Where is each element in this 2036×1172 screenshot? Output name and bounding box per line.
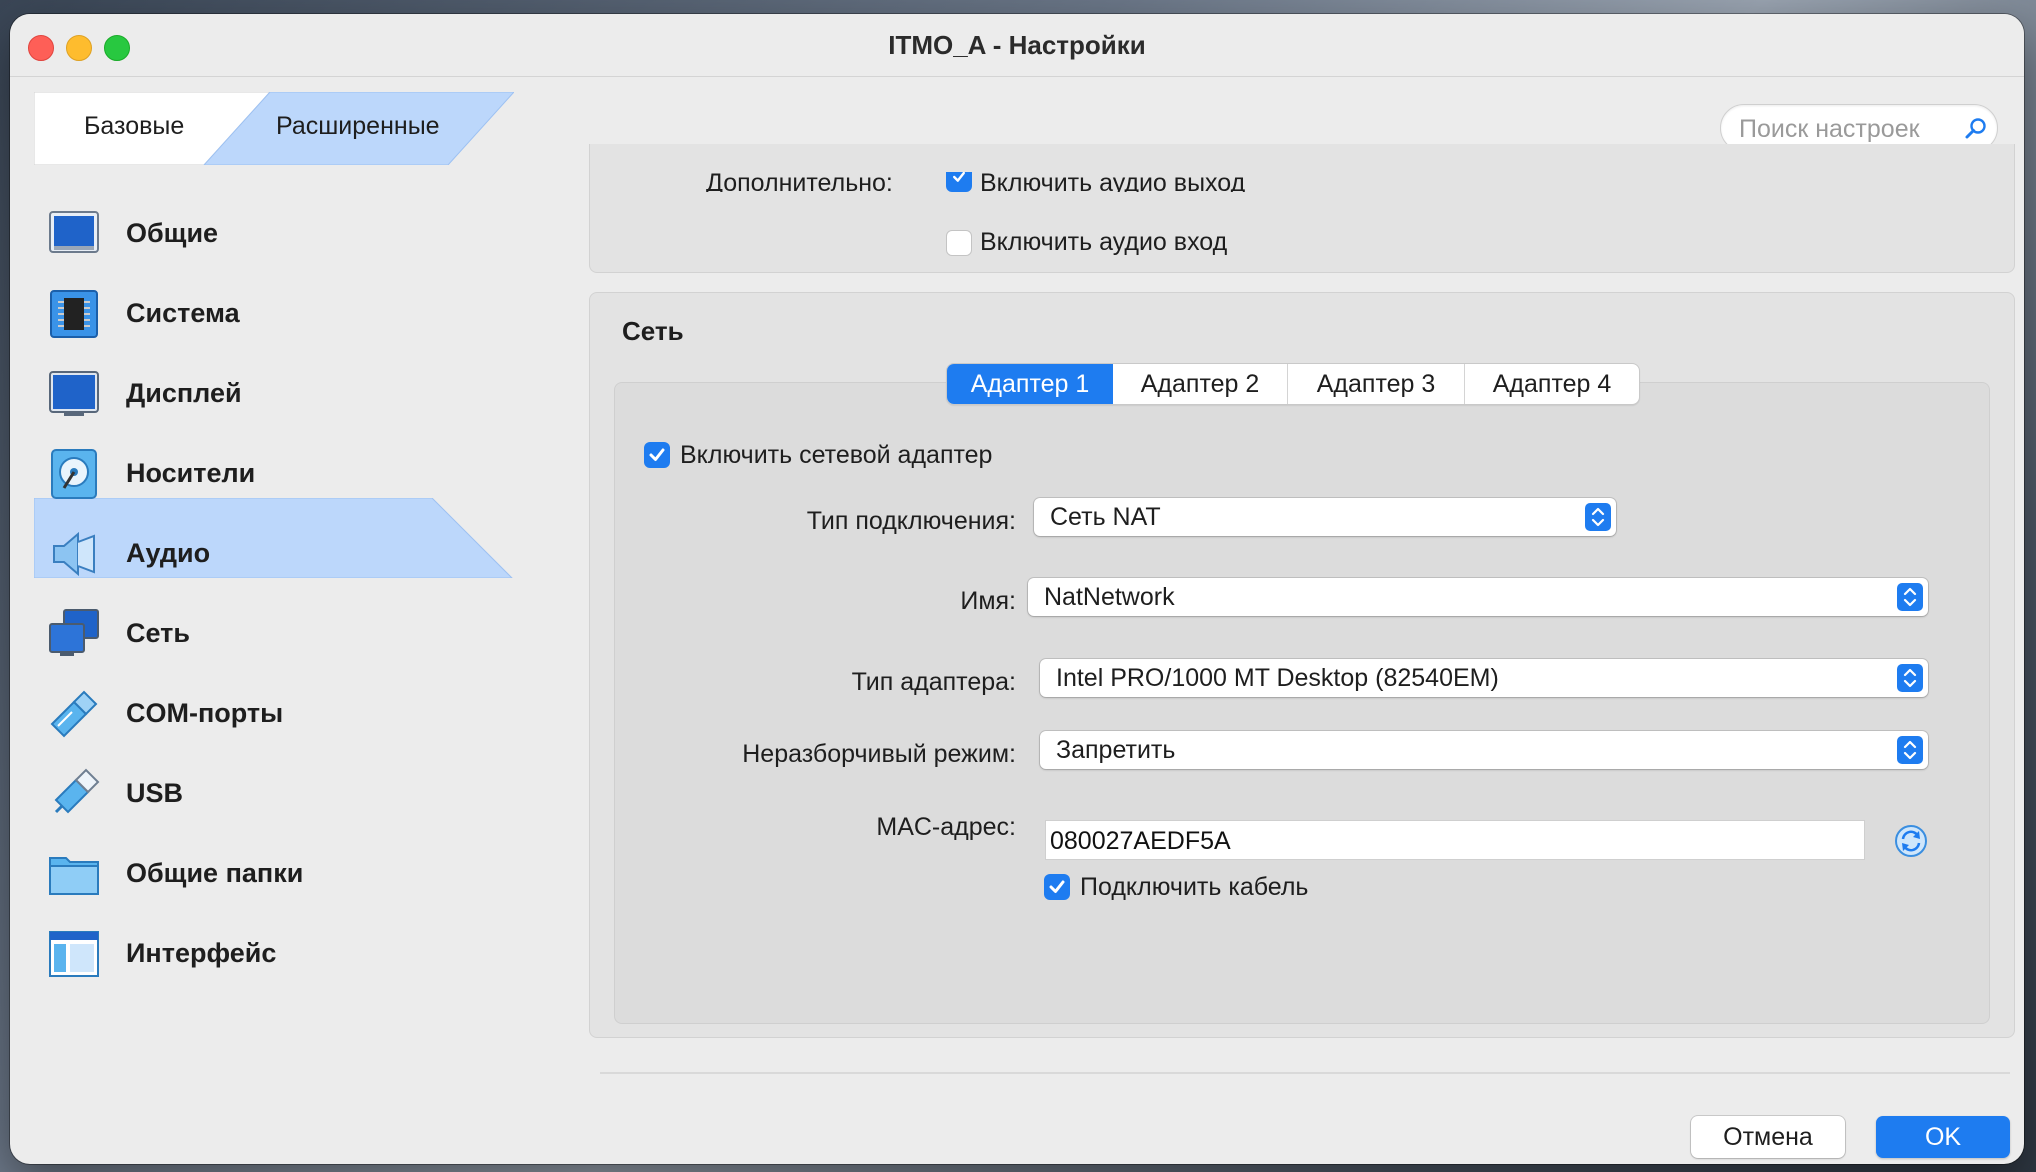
mac-address-label: MAC-адрес: [876,813,1016,841]
chevron-updown-icon [1897,736,1923,764]
tab-adapter-4[interactable]: Адаптер 4 [1465,364,1639,404]
cable-connected-checkbox[interactable] [1044,874,1070,900]
adapter-type-select[interactable]: Intel PRO/1000 MT Desktop (82540EM) [1040,659,1928,697]
refresh-icon[interactable] [1894,824,1928,858]
search-icon [1965,118,1986,139]
network-section-title: Сеть [622,316,684,346]
sidebar-item-label: USB [126,778,184,808]
mac-address-field[interactable] [1045,820,1865,860]
sidebar-item-ui[interactable]: Интерфейс [34,914,524,994]
disk-icon [51,449,97,499]
sidebar-item-display[interactable]: Дисплей [34,354,524,434]
title-bar[interactable]: ITMO_A - Настройки [10,14,2024,77]
audio-out-checkbox[interactable] [946,171,972,192]
settings-window: ITMO_A - Настройки Базовые Расширенные П… [10,14,2024,1164]
enable-adapter-label[interactable]: Включить сетевой адаптер [680,441,992,470]
network-icon [49,609,99,656]
adapter-type-label: Тип адаптера: [851,668,1016,696]
tab-adapter-1[interactable]: Адаптер 1 [947,364,1113,404]
sidebar-item-label: Общие [126,218,219,248]
sidebar-item-shared[interactable]: Общие папки [34,834,524,914]
sidebar-item-usb[interactable]: USB [34,754,524,834]
sidebar-item-label: Сеть [126,618,190,648]
attachment-type-select[interactable]: Сеть NAT [1034,498,1616,536]
sidebar-item-label: Интерфейс [126,938,277,968]
chip-icon [50,290,98,338]
audio-section [589,144,2015,273]
sidebar-item-storage[interactable]: Носители [34,434,524,514]
mode-tabs: Базовые Расширенные [34,92,514,165]
sidebar-item-serial[interactable]: COM-порты [34,674,524,754]
sidebar-item-label: Система [126,298,240,328]
chevron-updown-icon [1585,503,1611,531]
adapter-tabs: Адаптер 1 Адаптер 2 Адаптер 3 Адаптер 4 [946,363,1640,405]
network-name-select[interactable]: NatNetwork [1028,578,1928,616]
audio-in-checkbox[interactable] [946,230,972,256]
audio-out-label[interactable]: Включить аудио выход [980,170,1245,192]
folder-icon [49,857,99,895]
chevron-updown-icon [1897,583,1923,611]
window-title: ITMO_A - Настройки [888,30,1146,60]
adapter-type-value: Intel PRO/1000 MT Desktop (82540EM) [1056,664,1499,692]
tab-adapter-3[interactable]: Адаптер 3 [1288,364,1465,404]
general-icon [49,211,99,253]
promiscuous-mode-label: Неразборчивый режим: [742,740,1016,768]
tab-advanced[interactable]: Расширенные [276,112,440,141]
usb-icon [54,768,100,814]
monitor-icon [49,371,99,416]
tab-adapter-2[interactable]: Адаптер 2 [1113,364,1288,404]
sidebar-item-audio[interactable]: Аудио [34,514,524,594]
promiscuous-mode-select[interactable]: Запретить [1040,731,1928,769]
promiscuous-mode-value: Запретить [1056,736,1176,764]
audio-extra-label: Дополнительно: [706,170,893,192]
sidebar-item-system[interactable]: Система [34,274,524,354]
ok-button[interactable]: OK [1876,1116,2010,1158]
sidebar-item-network[interactable]: Сеть [34,594,524,674]
attachment-type-value: Сеть NAT [1050,503,1161,531]
enable-adapter-checkbox[interactable] [644,442,670,468]
next-section-edge [600,1072,2010,1074]
sidebar-item-label: COM-порты [126,698,284,728]
cable-connected-label[interactable]: Подключить кабель [1080,873,1308,902]
network-name-value: NatNetwork [1044,583,1175,611]
window-icon [49,931,99,977]
sidebar-item-label: Носители [126,458,256,488]
mac-address-input[interactable] [1048,825,1852,857]
speaker-icon [53,531,95,577]
cable-icon [50,690,98,738]
cancel-button[interactable]: Отмена [1691,1116,1845,1158]
name-label: Имя: [960,587,1016,615]
sidebar-item-label: Дисплей [126,378,242,408]
attachment-type-label: Тип подключения: [806,507,1016,535]
adapter-panel [614,382,1990,1024]
sidebar-item-general[interactable]: Общие [34,194,524,274]
search-input[interactable] [1737,113,1961,145]
sidebar-item-label: Аудио [126,538,211,568]
chevron-updown-icon [1897,664,1923,692]
tab-basic[interactable]: Базовые [84,112,184,141]
audio-in-label[interactable]: Включить аудио вход [980,228,1227,257]
sidebar-item-label: Общие папки [126,858,304,888]
